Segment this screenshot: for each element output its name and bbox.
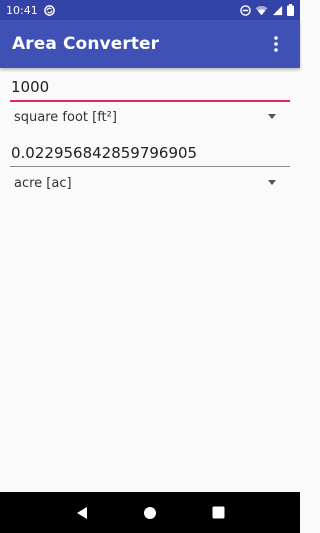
more-vert-icon: [274, 36, 278, 52]
status-time: 10:41: [6, 3, 38, 17]
home-icon: [144, 506, 156, 519]
wifi-icon: [255, 5, 268, 16]
sync-circle-icon: [43, 4, 55, 16]
output-unit-label: acre [ac]: [14, 175, 72, 191]
dropdown-arrow-icon: [268, 114, 276, 119]
do-not-disturb-icon: [240, 4, 251, 16]
recents-icon: [212, 506, 224, 519]
navigation-bar: [0, 492, 300, 533]
app-bar: Area Converter: [0, 20, 300, 68]
status-bar: 10:41: [0, 0, 300, 20]
input-value-field[interactable]: 1000: [10, 78, 290, 102]
output-value-field[interactable]: 0.022956842859796905: [10, 144, 290, 167]
back-button[interactable]: [70, 501, 94, 525]
signal-icon: [272, 5, 283, 16]
battery-icon: [287, 4, 294, 16]
overflow-menu-button[interactable]: [264, 26, 288, 62]
input-unit-spinner[interactable]: square foot [ft²]: [10, 102, 290, 132]
back-icon: [77, 506, 87, 519]
app-title: Area Converter: [12, 34, 160, 54]
home-button[interactable]: [138, 501, 162, 525]
screen: 10:41 Area Converter 1000 square foot [f…: [0, 0, 300, 533]
recents-button[interactable]: [206, 501, 230, 525]
output-unit-spinner[interactable]: acre [ac]: [10, 168, 290, 198]
input-unit-label: square foot [ft²]: [14, 109, 117, 125]
dropdown-arrow-icon: [268, 180, 276, 185]
